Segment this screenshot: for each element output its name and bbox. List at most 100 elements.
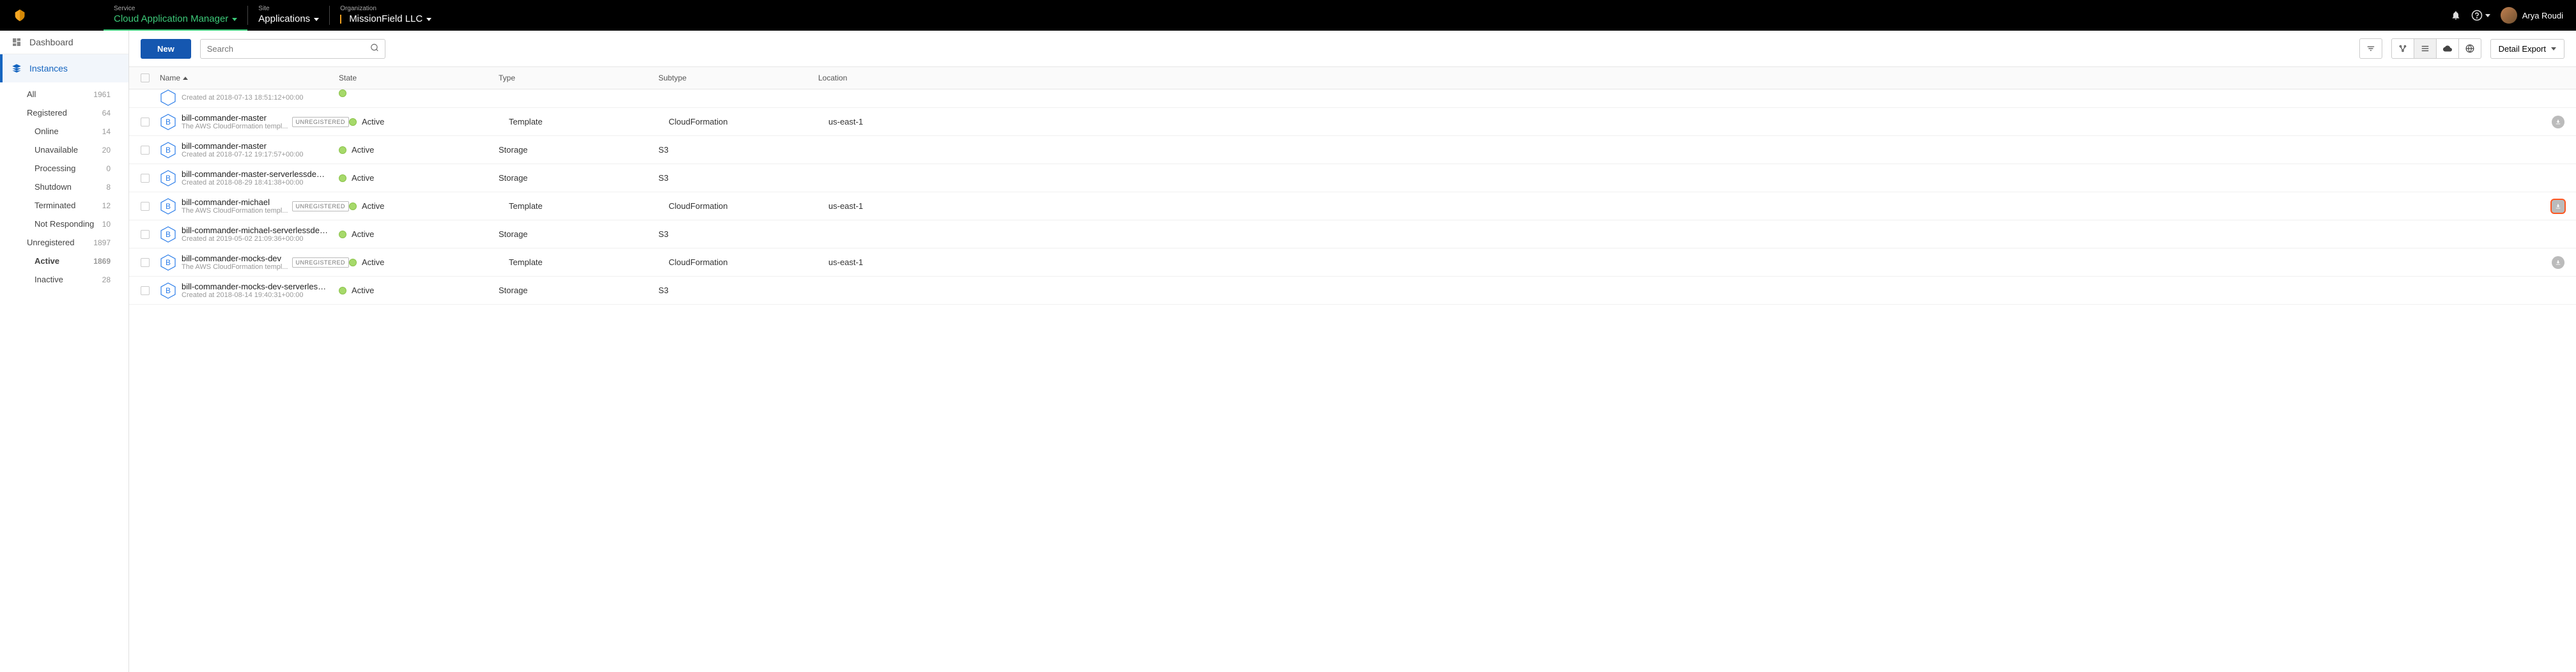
table-row[interactable]: Bbill-commander-masterCreated at 2018-07… xyxy=(129,136,2576,164)
column-header-state[interactable]: State xyxy=(339,73,499,82)
table-row[interactable]: Bbill-commander-master-serverlessdeploym… xyxy=(129,164,2576,192)
filter-label: All xyxy=(27,89,36,99)
row-checkbox[interactable] xyxy=(141,286,150,295)
instance-hex-icon xyxy=(160,89,176,106)
sidebar-filter-all[interactable]: All 1961 xyxy=(0,85,122,103)
notifications-icon[interactable] xyxy=(2451,10,2461,20)
org-selector[interactable]: Organization MissionField LLC xyxy=(330,0,442,31)
row-type: Storage xyxy=(499,229,658,239)
row-secondary: The AWS CloudFormation templ... xyxy=(182,123,288,130)
row-checkbox[interactable] xyxy=(141,146,150,155)
row-subtype: CloudFormation xyxy=(669,201,828,211)
row-subtype: S3 xyxy=(658,173,818,183)
filter-count: 28 xyxy=(102,275,111,284)
new-button[interactable]: New xyxy=(141,39,191,59)
table-row[interactable]: Created at 2018-07-13 18:51:12+00:00 xyxy=(129,89,2576,108)
sidebar-filter-online[interactable]: Online14 xyxy=(0,122,122,141)
sidebar-filter-not-responding[interactable]: Not Responding 10 xyxy=(0,215,122,233)
status-dot-icon xyxy=(339,174,346,182)
view-list-button[interactable] xyxy=(2414,38,2437,59)
row-state: Active xyxy=(352,173,374,183)
sidebar-filter-terminated[interactable]: Terminated 12 xyxy=(0,196,122,215)
sidebar-item-dashboard[interactable]: Dashboard xyxy=(0,31,128,54)
row-location: us-east-1 xyxy=(828,257,2539,267)
sidebar-item-instances[interactable]: Instances xyxy=(0,54,128,82)
unregistered-badge: UNREGISTERED xyxy=(292,201,350,211)
row-location: us-east-1 xyxy=(828,201,2539,211)
dashboard-icon xyxy=(12,37,22,47)
sidebar: Dashboard Instances All 1961 Registered64O… xyxy=(0,31,129,672)
sidebar-filter-inactive[interactable]: Inactive28 xyxy=(0,270,122,289)
filter-count: 12 xyxy=(102,201,111,210)
instance-hex-icon: B xyxy=(160,170,176,187)
site-selector[interactable]: Site Applications xyxy=(248,0,329,31)
org-bar-icon xyxy=(340,15,341,24)
row-checkbox[interactable] xyxy=(141,230,150,239)
filter-count: 0 xyxy=(106,164,111,173)
view-graph-button[interactable] xyxy=(2391,38,2414,59)
filter-label: Shutdown xyxy=(35,182,72,192)
detail-export-button[interactable]: Detail Export xyxy=(2490,39,2564,59)
search-input[interactable] xyxy=(200,39,385,59)
row-name: bill-commander-master-serverlessdeployme… xyxy=(182,169,329,179)
sidebar-filter-unregistered[interactable]: Unregistered1897 xyxy=(0,233,122,252)
user-menu[interactable]: Arya Roudi xyxy=(2501,7,2563,24)
sidebar-filter-active[interactable]: Active1869 xyxy=(0,252,122,270)
table-row[interactable]: Bbill-commander-mocks-dev-serverlessdepl… xyxy=(129,277,2576,305)
download-icon[interactable] xyxy=(2552,256,2564,269)
select-all-checkbox[interactable] xyxy=(141,73,150,82)
column-header-type[interactable]: Type xyxy=(499,73,658,82)
caret-down-icon xyxy=(2551,47,2556,50)
search-icon[interactable] xyxy=(370,43,379,54)
view-globe-button[interactable] xyxy=(2458,38,2481,59)
row-secondary: The AWS CloudFormation templ... xyxy=(182,263,288,271)
row-state: Active xyxy=(362,257,384,267)
status-dot-icon xyxy=(349,259,357,266)
sidebar-filter-shutdown[interactable]: Shutdown8 xyxy=(0,178,122,196)
org-value: MissionField LLC xyxy=(349,13,423,26)
service-selector[interactable]: Service Cloud Application Manager xyxy=(104,0,247,31)
sidebar-instances-label: Instances xyxy=(29,63,68,73)
column-header-subtype[interactable]: Subtype xyxy=(658,73,818,82)
row-secondary: The AWS CloudFormation templ... xyxy=(182,207,288,215)
instance-hex-icon: B xyxy=(160,282,176,299)
site-value: Applications xyxy=(258,13,310,26)
column-header-name[interactable]: Name xyxy=(160,73,339,82)
filter-label: Terminated xyxy=(35,201,75,210)
filter-label: Unregistered xyxy=(27,238,74,247)
filter-button[interactable] xyxy=(2359,38,2382,59)
table-row[interactable]: Bbill-commander-michaelThe AWS CloudForm… xyxy=(129,192,2576,220)
row-location: us-east-1 xyxy=(828,117,2539,126)
table-row[interactable]: Bbill-commander-michael-serverlessdeploy… xyxy=(129,220,2576,248)
row-state: Active xyxy=(352,229,374,239)
column-header-location[interactable]: Location xyxy=(818,73,2539,82)
status-dot-icon xyxy=(349,202,357,210)
row-checkbox[interactable] xyxy=(141,258,150,267)
sidebar-filter-processing[interactable]: Processing0 xyxy=(0,159,122,178)
help-icon[interactable] xyxy=(2471,10,2490,21)
status-dot-icon xyxy=(339,146,346,154)
view-cloud-button[interactable] xyxy=(2436,38,2459,59)
filter-label: Not Responding xyxy=(35,219,94,229)
row-checkbox[interactable] xyxy=(141,118,150,126)
row-secondary: Created at 2018-08-14 19:40:31+00:00 xyxy=(182,291,329,299)
sidebar-filter-registered[interactable]: Registered64 xyxy=(0,103,122,122)
site-label: Site xyxy=(258,5,319,13)
unregistered-badge: UNREGISTERED xyxy=(292,257,350,268)
sidebar-dashboard-label: Dashboard xyxy=(29,37,74,47)
row-checkbox[interactable] xyxy=(141,202,150,211)
row-subtype: S3 xyxy=(658,145,818,155)
row-checkbox[interactable] xyxy=(141,174,150,183)
row-type: Storage xyxy=(499,286,658,295)
download-icon[interactable] xyxy=(2552,116,2564,128)
filter-count: 10 xyxy=(102,220,111,229)
row-name: bill-commander-michael-serverlessdeploym… xyxy=(182,225,329,235)
filter-count: 1961 xyxy=(93,90,111,99)
table-body: Created at 2018-07-13 18:51:12+00:00 Bbi… xyxy=(129,89,2576,672)
row-subtype: CloudFormation xyxy=(669,257,828,267)
filter-count: 1869 xyxy=(93,257,111,266)
sidebar-filter-unavailable[interactable]: Unavailable20 xyxy=(0,141,122,159)
download-icon[interactable] xyxy=(2552,200,2564,213)
table-row[interactable]: Bbill-commander-masterThe AWS CloudForma… xyxy=(129,108,2576,136)
table-row[interactable]: Bbill-commander-mocks-devThe AWS CloudFo… xyxy=(129,248,2576,277)
